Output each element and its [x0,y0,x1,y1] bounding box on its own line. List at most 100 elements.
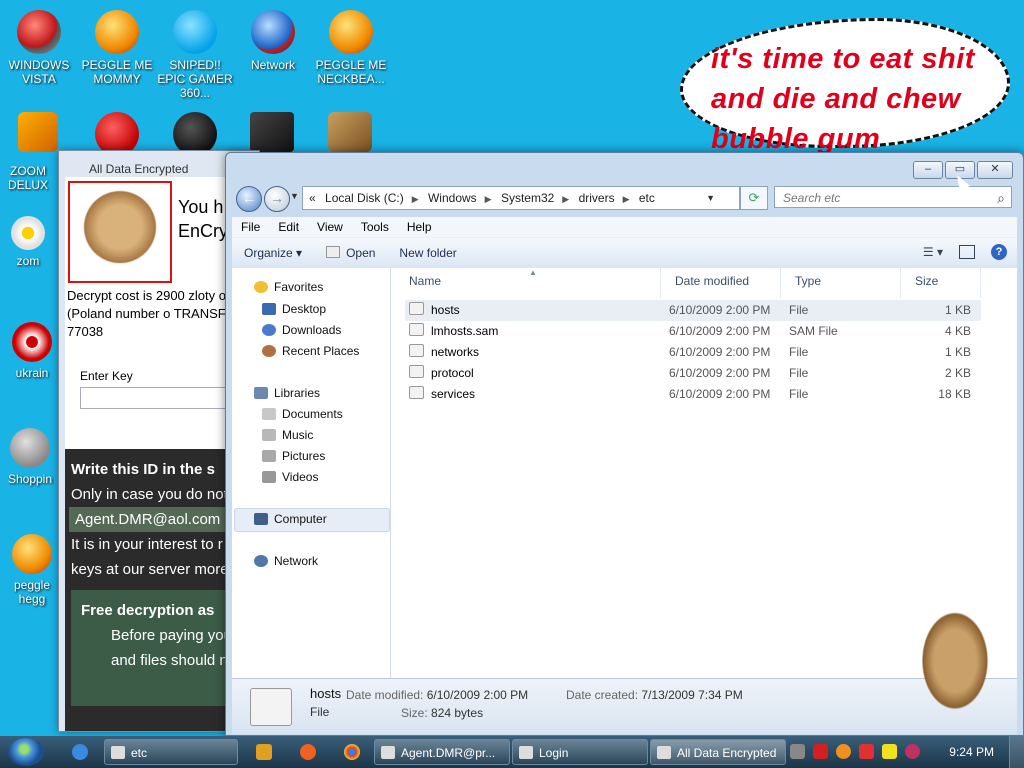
nav-videos[interactable]: Videos [262,470,318,484]
taskbar: etc Agent.DMR@pr... Login All Data Encry… [0,736,1024,768]
chrome-icon[interactable] [344,744,360,760]
preview-pane-icon[interactable] [959,245,975,259]
breadcrumb-etc[interactable]: etc [639,191,655,205]
nav-computer[interactable]: Computer [254,512,327,526]
menu-view[interactable]: View [308,220,352,234]
breadcrumb-local-disk[interactable]: Local Disk (C:) [325,191,404,205]
file-date: 6/10/2009 2:00 PM [669,303,771,317]
forward-button[interactable]: → [264,186,290,212]
address-bar[interactable]: « Local Disk (C:) ▶ Windows ▶ System32 ▶ dr… [302,186,740,210]
refresh-button[interactable]: ⟳ [740,186,768,210]
breadcrumb-system32[interactable]: System32 [501,191,554,205]
breadcrumb-windows[interactable]: Windows [428,191,477,205]
close-button[interactable]: ✕ [977,161,1013,179]
search-icon[interactable]: ⌕ [997,187,1005,209]
desktop-icon-label: Shoppin [7,472,53,486]
nav-recent-places[interactable]: Recent Places [262,344,359,358]
change-view-icon[interactable]: ☰ ▾ [923,245,943,259]
file-row[interactable]: services 6/10/2009 2:00 PM File 18 KB [405,384,981,405]
file-row[interactable]: networks 6/10/2009 2:00 PM File 1 KB [405,342,981,363]
back-button[interactable]: ← [236,186,262,212]
help-icon[interactable]: ? [991,244,1007,260]
media-player-icon[interactable] [256,744,272,760]
tray-icon[interactable] [836,744,851,759]
desktop-icon-zom[interactable]: zom [0,216,56,268]
desktop-icon-shopping[interactable]: Shoppin [0,428,60,486]
file-date: 6/10/2009 2:00 PM [669,345,771,359]
open-label: Open [346,246,376,260]
menu-edit[interactable]: Edit [269,220,308,234]
tray-icon[interactable] [859,744,874,759]
file-row[interactable]: hosts 6/10/2009 2:00 PM File 1 KB [405,300,981,321]
nav-libraries[interactable]: Libraries [254,386,320,400]
taskbar-item-label: Agent.DMR@pr... [401,746,496,760]
ransom-headline: You h EnCry [178,195,228,243]
recent-places-icon [262,345,276,357]
menu-tools[interactable]: Tools [352,220,398,234]
computer-icon [254,513,268,525]
desktop-icon-sniped[interactable]: SNIPED!! EPIC GAMER 360... [156,10,234,100]
address-overflow-chevron[interactable]: « [309,191,316,205]
nav-downloads[interactable]: Downloads [262,323,341,337]
libraries-icon [254,387,268,399]
nav-network[interactable]: Network [254,554,318,568]
new-folder-button[interactable]: New folder [387,246,468,260]
organize-button[interactable]: Organize ▾ [232,246,314,260]
nav-pictures[interactable]: Pictures [262,449,325,463]
tray-icon[interactable] [905,744,920,759]
recent-pages-dropdown-icon[interactable]: ▼ [290,191,299,201]
sort-indicator-icon: ▲ [529,268,537,277]
desktop-icon-peggle-me-neckbeard[interactable]: PEGGLE ME NECKBEA... [312,10,390,86]
desktop-icon-windows-vista[interactable]: WINDOWS VISTA [0,10,78,86]
vista-ball-icon [17,10,61,54]
enter-key-label: Enter Key [80,369,133,383]
nav-documents[interactable]: Documents [262,407,343,421]
tray-icon[interactable] [882,744,897,759]
column-header-date[interactable]: Date modified [661,268,781,298]
nav-music-label: Music [282,428,314,442]
nav-desktop[interactable]: Desktop [262,302,326,316]
zoom-icon[interactable] [18,112,58,152]
breadcrumb-drivers[interactable]: drivers [579,191,615,205]
desktop-icon-peggle-me-mommy[interactable]: PEGGLE ME MOMMY [78,10,156,86]
search-input[interactable]: Search etc ⌕ [774,186,1012,208]
show-desktop-button[interactable] [1009,736,1024,768]
desktop-icon-label: WINDOWS VISTA [8,58,70,86]
tray-icon[interactable] [813,744,828,759]
menu-file[interactable]: File [232,220,269,234]
column-header-name[interactable]: Name [395,268,661,298]
file-icon [409,386,424,399]
gopher-icon[interactable] [328,112,372,152]
desktop-icon-zoom[interactable]: ZOOM DELUX [0,164,56,192]
column-header-size[interactable]: Size [901,268,981,298]
app-icon[interactable] [300,744,316,760]
desktop-icon-label: SNIPED!! EPIC GAMER 360... [157,58,233,100]
desktop-icon-ukraine[interactable]: ukrain [0,322,64,380]
open-button[interactable]: Open [314,246,387,260]
taskbar-item-all-data-encrypted[interactable]: All Data Encrypted [650,739,786,765]
ransom-email[interactable]: Agent.DMR@aol.com [69,507,227,532]
desktop-icon-label: ukrain [15,366,49,380]
column-header-type[interactable]: Type [781,268,901,298]
nav-music[interactable]: Music [262,428,313,442]
file-row[interactable]: lmhosts.sam 6/10/2009 2:00 PM SAM File 4… [405,321,981,342]
internet-explorer-icon[interactable] [72,744,88,760]
desktop-icon-peggle-hegg[interactable]: peggle hegg [0,534,64,606]
file-row[interactable]: protocol 6/10/2009 2:00 PM File 2 KB [405,363,981,384]
taskbar-item-etc[interactable]: etc [104,739,238,765]
address-dropdown-icon[interactable]: ▼ [706,187,715,209]
gopher-mascot-image [905,612,1005,734]
laptop-icon[interactable] [250,112,294,152]
file-name: hosts [431,303,460,317]
desktop-icon-network[interactable]: Network [234,10,312,72]
taskbar-item-agent[interactable]: Agent.DMR@pr... [374,739,510,765]
minimize-button[interactable]: – [913,161,943,179]
taskbar-item-login[interactable]: Login [512,739,648,765]
nav-favorites[interactable]: Favorites [254,280,323,294]
menu-help[interactable]: Help [398,220,441,234]
tray-icon[interactable] [790,744,805,759]
file-type: File [789,345,809,359]
taskbar-item-label: etc [131,746,148,760]
start-button[interactable] [8,738,44,766]
clock[interactable]: 9:24 PM [949,736,994,768]
